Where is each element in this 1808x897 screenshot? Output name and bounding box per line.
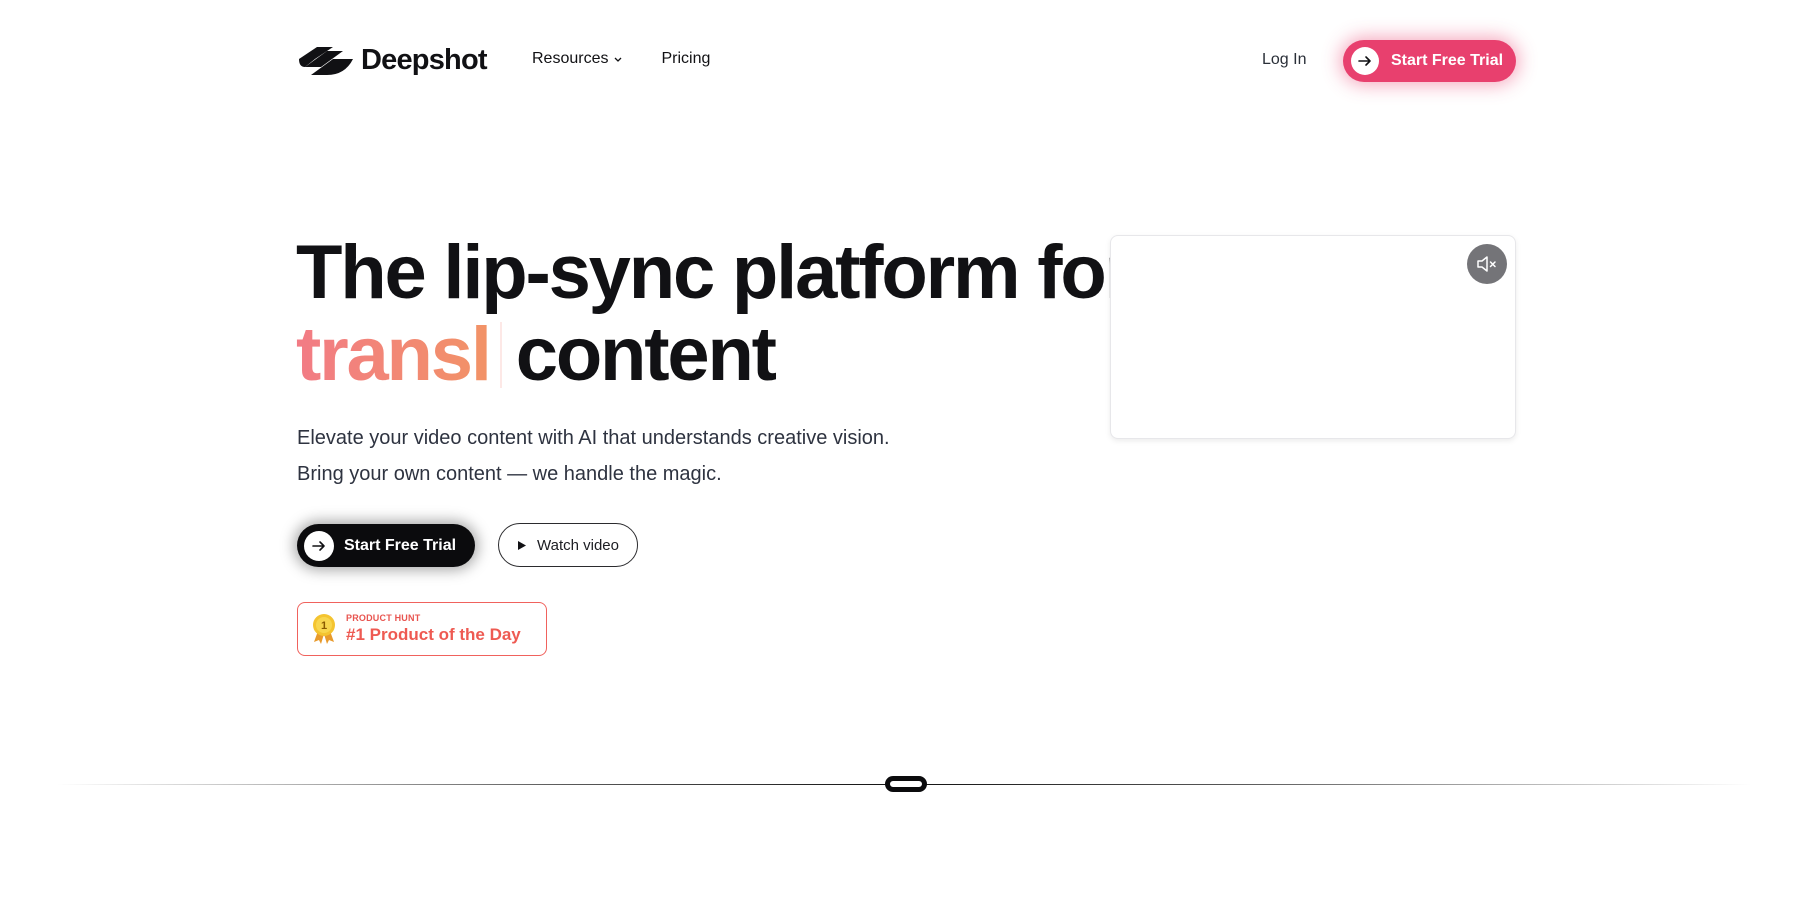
hero-title: The lip-sync platform for transl content <box>296 230 1134 396</box>
logo-text: Deepshot <box>361 44 488 76</box>
button-label: Start Free Trial <box>1391 52 1504 69</box>
watch-video-button[interactable]: Watch video <box>498 523 638 567</box>
arrow-right-icon <box>304 530 334 561</box>
logo[interactable]: Deepshot <box>297 44 488 77</box>
site-header: Deepshot Resources Pricing Log In Start … <box>0 0 1808 122</box>
main-nav: Resources Pricing <box>532 50 710 68</box>
arrow-right-icon <box>1351 47 1379 75</box>
nav-item-label: Pricing <box>661 50 711 67</box>
subtitle-line2: Bring your own content — we handle the m… <box>297 463 722 485</box>
medal-icon: 1 <box>313 614 335 644</box>
volume-muted-icon <box>1477 256 1496 272</box>
hero-subtitle: Elevate your video content with AI that … <box>297 420 890 492</box>
subtitle-line1: Elevate your video content with AI that … <box>297 427 890 449</box>
divider-handle <box>885 776 927 792</box>
badge-text: PRODUCT HUNT #1 Product of the Day <box>346 613 521 645</box>
chevron-down-icon <box>615 57 622 62</box>
nav-item-resources[interactable]: Resources <box>532 50 623 68</box>
nav-item-label: Resources <box>532 50 609 67</box>
header-start-trial-button[interactable]: Start Free Trial <box>1343 40 1516 82</box>
deepshot-logo-icon <box>299 46 353 75</box>
button-label: Watch video <box>537 536 619 554</box>
login-link[interactable]: Log In <box>1262 51 1306 69</box>
video-player[interactable] <box>1110 235 1516 439</box>
hero-title-line2: transl content <box>296 314 1096 396</box>
mute-button[interactable] <box>1467 244 1507 284</box>
badge-title: #1 Product of the Day <box>346 625 521 644</box>
typed-word: transl <box>296 312 492 397</box>
badge-eyebrow: PRODUCT HUNT <box>346 613 421 623</box>
product-hunt-badge[interactable]: 1 PRODUCT HUNT #1 Product of the Day <box>297 602 547 656</box>
nav-item-pricing[interactable]: Pricing <box>661 50 710 68</box>
medal-number: 1 <box>321 620 327 632</box>
start-free-trial-button[interactable]: Start Free Trial <box>297 524 475 567</box>
play-icon <box>518 540 526 550</box>
hero-title-line1: The lip-sync platform for <box>296 230 1134 315</box>
hero-title-rest: content <box>515 312 777 397</box>
typing-caret <box>499 322 502 388</box>
button-label: Start Free Trial <box>344 536 457 554</box>
